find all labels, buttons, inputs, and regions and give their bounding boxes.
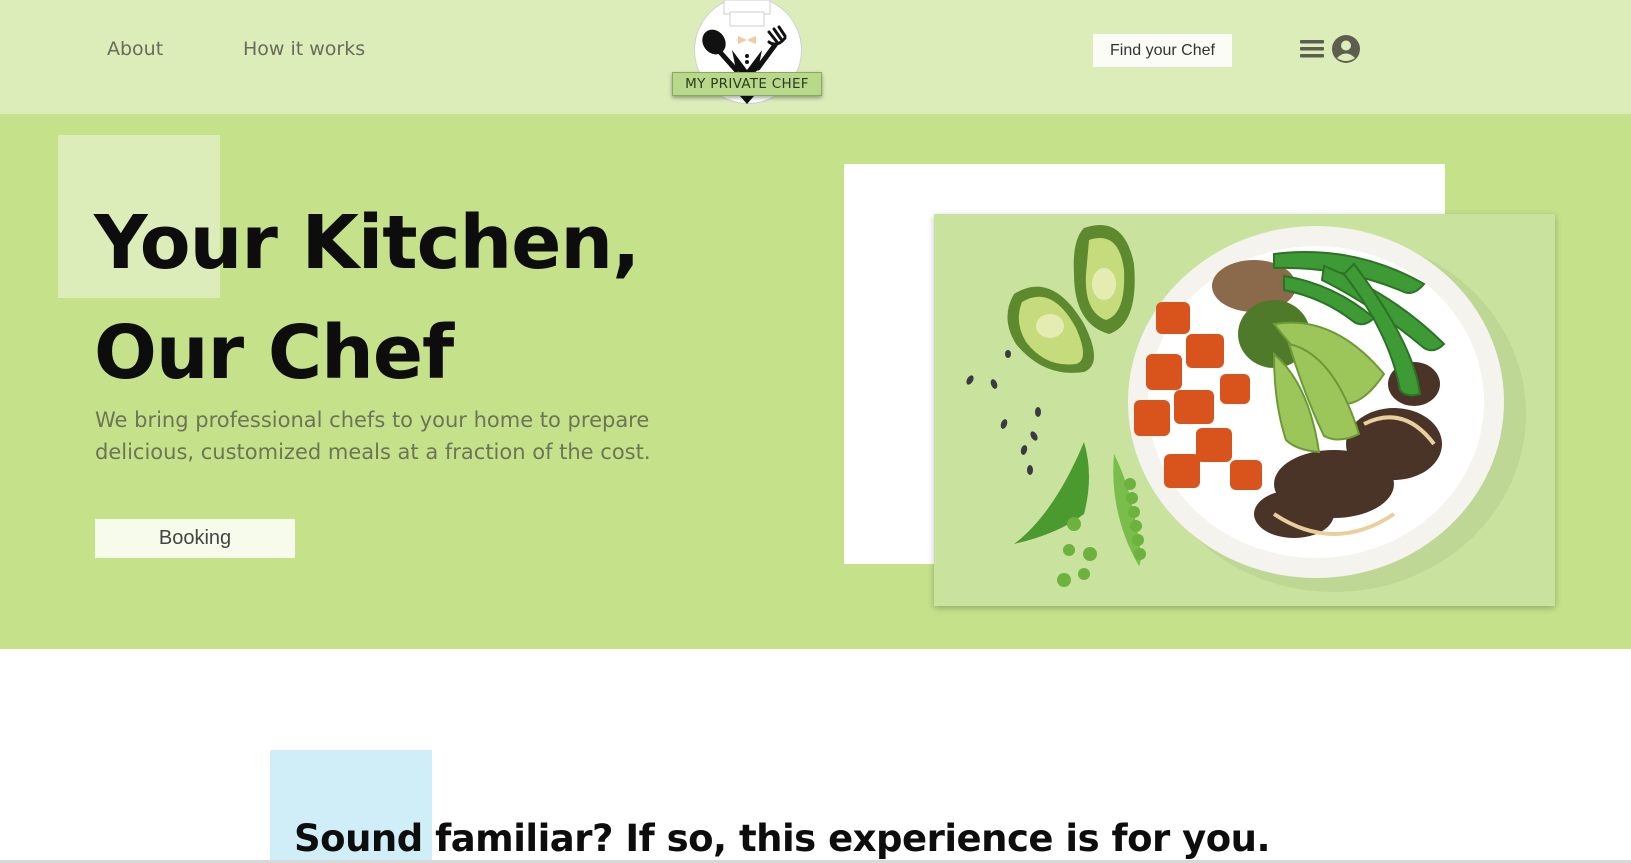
- food-bowl-image: [934, 214, 1555, 606]
- site-logo[interactable]: MY PRIVATE CHEF: [672, 0, 822, 106]
- booking-button[interactable]: Booking: [95, 519, 295, 558]
- nav-about-link[interactable]: About: [107, 38, 163, 60]
- section-title: Sound familiar? If so, this experience i…: [294, 817, 1271, 860]
- logo-text: MY PRIVATE CHEF: [672, 72, 822, 96]
- hero-title: Your Kitchen, Our Chef: [94, 200, 640, 396]
- nav-how-it-works-link[interactable]: How it works: [243, 38, 365, 60]
- find-your-chef-button[interactable]: Find your Chef: [1093, 34, 1232, 67]
- hero-subtitle: We bring professional chefs to your home…: [95, 408, 651, 464]
- hero-section: Your Kitchen, Our Chef We bring professi…: [0, 114, 1631, 649]
- user-account-icon[interactable]: [1331, 34, 1361, 64]
- hamburger-menu-icon[interactable]: [1299, 34, 1329, 64]
- site-header: About How it works MY PRIVATE CHEF Find …: [0, 0, 1631, 114]
